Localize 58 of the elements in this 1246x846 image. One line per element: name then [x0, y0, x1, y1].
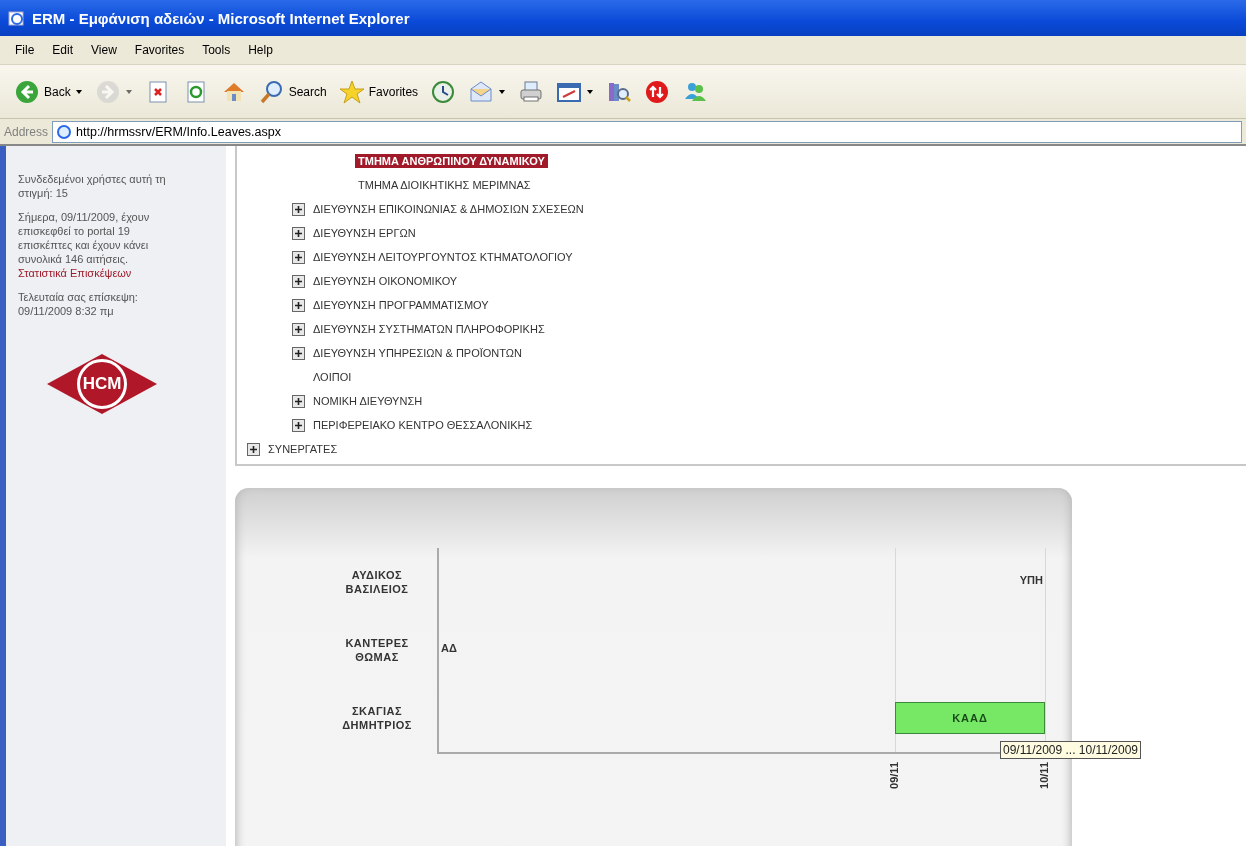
logo: HCM	[47, 354, 157, 414]
browser-icon	[8, 9, 26, 27]
menu-item[interactable]: Favorites	[125, 41, 194, 59]
tree-item[interactable]: ΤΜΗΜΑ ΔΙΟΙΚΗΤΙΚΗΣ ΜΕΡΙΜΝΑΣ	[355, 178, 534, 192]
printer-icon	[518, 78, 545, 105]
tooltip: 09/11/2009 ... 10/11/2009	[1000, 741, 1141, 759]
online-users-text: Συνδεδεμένοι χρήστες αυτή τη στιγμή: 15	[18, 172, 167, 200]
caret-icon[interactable]	[74, 88, 83, 95]
expand-icon[interactable]	[292, 202, 305, 216]
row-label: ΣΚΑΓΙΑΣ ΔΗΜΗΤΡΙΟΣ	[341, 704, 413, 733]
expand-icon[interactable]	[292, 226, 305, 240]
caret-icon[interactable]	[586, 88, 595, 95]
tree-item[interactable]: ΔΙΕΥΘΥΝΣΗ ΣΥΣΤΗΜΑΤΩΝ ΠΛΗΡΟΦΟΡΙΚΗΣ	[310, 322, 548, 336]
window-title: ERM - Εμφάνιση αδειών - Microsoft Internet Explorer	[32, 9, 410, 27]
address-label: Address	[4, 124, 49, 139]
tree-item[interactable]: ΔΙΕΥΘΥΝΣΗ ΠΡΟΓΡΑΜΜΑΤΙΣΜΟΥ	[310, 298, 492, 312]
row-label: ΑΥΔΙΚΟΣ ΒΑΣΙΛΕΙΟΣ	[344, 568, 410, 597]
tree-item[interactable]: ΠΕΡΙΦΕΡΕΙΑΚΟ ΚΕΝΤΡΟ ΘΕΣΣΑΛΟΝΙΚΗΣ	[310, 418, 536, 432]
address-field[interactable]: http://hrmssrv/ERM/Info.Leaves.aspx	[52, 120, 1242, 143]
visits-text: Σήμερα, 09/11/2009, έχουν επισκεφθεί το portal 19 επισκέπτες και έχουν κάνει συνολικά 146 αιτήσεις.	[18, 211, 150, 265]
menu-item[interactable]: Edit	[43, 41, 83, 59]
leave-bar[interactable]: ΚΑΑΔ	[895, 702, 1045, 734]
menu-item[interactable]: View	[82, 41, 126, 59]
tree-item[interactable]: ΝΟΜΙΚΗ ΔΙΕΥΘΥΝΣΗ	[310, 394, 426, 408]
toolbar-button[interactable]: Search	[254, 75, 331, 108]
expand-icon[interactable]	[292, 250, 305, 264]
star-icon	[338, 78, 365, 105]
tree-item[interactable]: ΣΥΝΕΡΓΑΤΕΣ	[265, 442, 341, 456]
tree-item[interactable]: ΛΟΙΠΟΙ	[310, 370, 355, 384]
menu-item[interactable]: Tools	[193, 41, 240, 59]
tree-item[interactable]: ΔΙΕΥΘΥΝΣΗ ΥΠΗΡΕΣΙΩΝ & ΠΡΟΪΟΝΤΩΝ	[310, 346, 525, 360]
statistics-link[interactable]: Στατιστικά Επισκέψεων	[18, 266, 186, 280]
toolbar-button[interactable]: Back	[10, 75, 87, 108]
last-visit-text: Τελευταία σας επίσκεψη: 09/11/2009 8:32 πμ	[18, 290, 139, 318]
expand-icon[interactable]	[292, 274, 305, 288]
expand-icon[interactable]	[247, 442, 260, 456]
row-label: ΚΑΝΤΕΡΕΣ ΘΩΜΑΣ	[344, 636, 410, 665]
menu-item[interactable]: Help	[239, 41, 282, 59]
expand-icon[interactable]	[292, 322, 305, 336]
tick-label: 09/11	[888, 762, 900, 789]
toolbar-button[interactable]: Favorites	[334, 75, 423, 108]
expand-icon[interactable]	[292, 394, 305, 408]
tree-item[interactable]: ΤΜΗΜΑ ΑΝΘΡΩΠΙΝΟΥ ΔΥΝΑΜΙΚΟΥ	[355, 154, 548, 168]
tree-item[interactable]: ΔΙΕΥΘΥΝΣΗ ΛΕΙΤΟΥΡΓΟΥΝΤΟΣ ΚΤΗΜΑΤΟΛΟΓΙΟΥ	[310, 250, 576, 264]
history-icon	[430, 78, 457, 105]
tree-item[interactable]: ΔΙΕΥΘΥΝΣΗ ΟΙΚΟΝΟΜΙΚΟΥ	[310, 274, 461, 288]
updown-arrows-icon	[644, 78, 671, 105]
leave-label: ΥΠΗ	[1019, 574, 1043, 586]
expand-icon[interactable]	[292, 346, 305, 360]
caret-icon[interactable]	[498, 88, 507, 95]
expand-icon[interactable]	[292, 298, 305, 312]
menu-item[interactable]: File	[6, 41, 44, 59]
tree-item[interactable]: ΔΙΕΥΘΥΝΣΗ ΕΠΙΚΟΙΝΩΝΙΑΣ & ΔΗΜΟΣΙΩΝ ΣΧΕΣΕΩΝ	[310, 202, 587, 216]
search-icon	[258, 78, 285, 105]
leave-label: ΑΔ	[441, 642, 457, 654]
expand-icon[interactable]	[292, 418, 305, 432]
tick-label: 10/11	[1038, 762, 1050, 789]
tree-item[interactable]: ΔΙΕΥΘΥΝΣΗ ΕΡΓΩΝ	[310, 226, 419, 240]
